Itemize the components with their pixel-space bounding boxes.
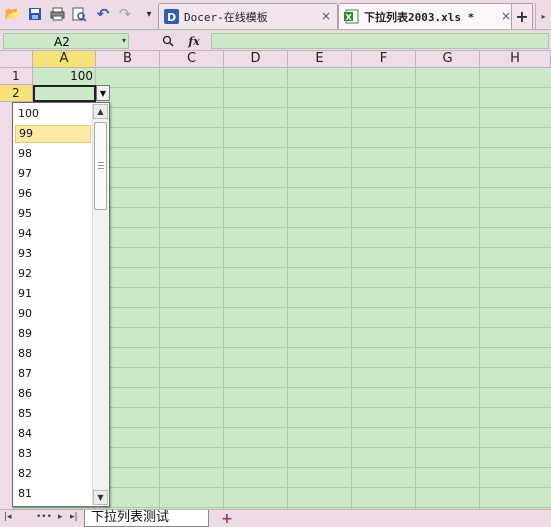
- list-item[interactable]: 87: [15, 365, 91, 383]
- active-cell-a2[interactable]: [33, 85, 96, 102]
- name-box[interactable]: A2 ▾: [3, 33, 129, 49]
- formula-input[interactable]: [211, 33, 549, 49]
- undo-icon[interactable]: ↶: [94, 5, 112, 23]
- validation-dropdown-button[interactable]: ▼: [96, 85, 110, 101]
- column-header-e[interactable]: E: [288, 51, 352, 68]
- list-item[interactable]: 91: [15, 285, 91, 303]
- formula-bar: A2 ▾ fx: [0, 31, 551, 51]
- tab-label: Docer-在线模板: [184, 10, 268, 24]
- print-preview-icon[interactable]: [70, 5, 88, 23]
- column-header-c[interactable]: C: [160, 51, 224, 68]
- list-item[interactable]: 95: [15, 205, 91, 223]
- sheet-tab-bar: |◂ ••• ▸ ▸| 下拉列表测试 +: [0, 509, 551, 527]
- grid-line: [223, 68, 224, 509]
- grid-line: [479, 68, 480, 509]
- grid-line: [415, 68, 416, 509]
- new-tab-button[interactable]: +: [511, 3, 533, 29]
- next-sheet-icon[interactable]: ▸: [58, 512, 63, 522]
- grid-line: [159, 68, 160, 509]
- first-sheet-icon[interactable]: |◂: [4, 512, 12, 522]
- scrollbar-thumb[interactable]: [94, 122, 107, 210]
- list-item[interactable]: 90: [15, 305, 91, 323]
- scroll-up-icon[interactable]: ▲: [93, 104, 108, 119]
- column-header-g[interactable]: G: [416, 51, 480, 68]
- column-header-a[interactable]: A: [33, 51, 96, 68]
- grid-line: [351, 68, 352, 509]
- validation-dropdown-list[interactable]: 100 99 98 97 96 95 94 93 92 91 90 89 88 …: [12, 102, 110, 507]
- svg-text:D: D: [167, 11, 176, 24]
- sheet-tab[interactable]: 下拉列表测试: [84, 510, 209, 527]
- column-header-f[interactable]: F: [352, 51, 416, 68]
- redo-icon[interactable]: ↷: [116, 5, 134, 23]
- close-icon[interactable]: ×: [321, 9, 331, 23]
- tab-scroll-icon[interactable]: ▸: [535, 3, 551, 29]
- list-item[interactable]: 84: [15, 425, 91, 443]
- spreadsheet-file-icon: X: [343, 9, 359, 25]
- select-all-corner[interactable]: [0, 51, 33, 68]
- list-item[interactable]: 82: [15, 465, 91, 483]
- print-icon[interactable]: [48, 5, 66, 23]
- title-toolbar: 📂 ↶ ↷ ▾ D Docer-在线模板 × X 下拉列表2003.xls * …: [0, 0, 551, 30]
- grip-line: [98, 165, 104, 166]
- open-folder-icon[interactable]: 📂: [4, 5, 22, 23]
- list-item[interactable]: 92: [15, 265, 91, 283]
- list-item[interactable]: 93: [15, 245, 91, 263]
- list-item[interactable]: 88: [15, 345, 91, 363]
- list-item-highlighted[interactable]: 99: [15, 125, 91, 143]
- cell-a1[interactable]: 100: [33, 68, 95, 85]
- list-item[interactable]: 98: [15, 145, 91, 163]
- list-item[interactable]: 86: [15, 385, 91, 403]
- row-header-2[interactable]: 2: [0, 85, 33, 102]
- customize-toolbar-icon[interactable]: ▾: [140, 5, 158, 23]
- column-header-b[interactable]: B: [96, 51, 160, 68]
- list-item[interactable]: 83: [15, 445, 91, 463]
- tab-spreadsheet[interactable]: X 下拉列表2003.xls * ×: [338, 3, 518, 29]
- insert-function-button[interactable]: fx: [186, 34, 202, 48]
- scroll-down-icon[interactable]: ▼: [93, 490, 108, 505]
- docer-icon: D: [163, 9, 179, 25]
- zoom-icon[interactable]: [160, 34, 176, 48]
- save-icon[interactable]: [26, 5, 44, 23]
- list-item[interactable]: 97: [15, 165, 91, 183]
- list-item[interactable]: 85: [15, 405, 91, 423]
- grip-line: [98, 162, 104, 163]
- list-item[interactable]: 81: [15, 485, 91, 503]
- svg-text:X: X: [345, 13, 352, 22]
- close-icon[interactable]: ×: [501, 9, 511, 23]
- tab-label: 下拉列表2003.xls *: [364, 10, 475, 24]
- grid-line: [287, 68, 288, 509]
- list-item[interactable]: 96: [15, 185, 91, 203]
- dropdown-scrollbar[interactable]: ▲ ▼: [92, 104, 108, 505]
- grip-line: [98, 168, 104, 169]
- more-sheets-icon[interactable]: •••: [36, 512, 52, 522]
- column-header-d[interactable]: D: [224, 51, 288, 68]
- add-sheet-button[interactable]: +: [216, 510, 238, 527]
- list-item[interactable]: 100: [15, 105, 91, 123]
- tab-docer[interactable]: D Docer-在线模板 ×: [158, 3, 338, 29]
- chevron-down-icon[interactable]: ▾: [122, 36, 126, 45]
- cell-reference: A2: [54, 35, 70, 49]
- list-item[interactable]: 89: [15, 325, 91, 343]
- row-header-1[interactable]: 1: [0, 68, 33, 85]
- list-item[interactable]: 94: [15, 225, 91, 243]
- last-sheet-icon[interactable]: ▸|: [70, 512, 78, 522]
- column-header-h[interactable]: H: [480, 51, 551, 68]
